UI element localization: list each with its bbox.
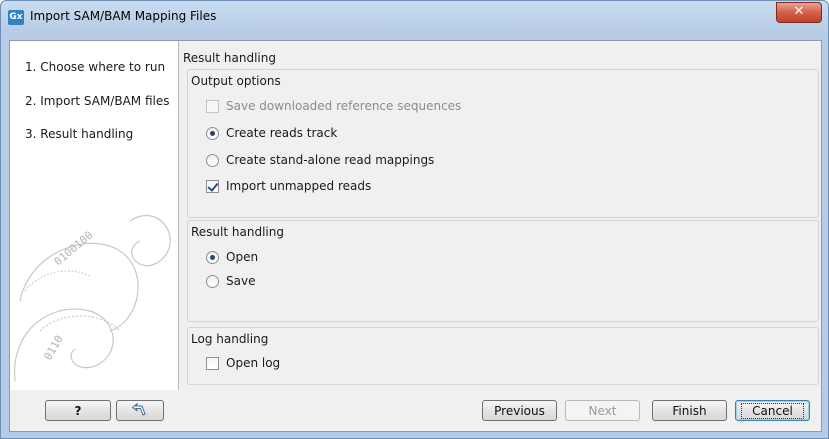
wizard-steps: 1. Choose where to run 2. Import SAM/BAM… — [10, 41, 179, 390]
result-handling-label: Result handling — [191, 225, 284, 239]
import-unmapped-checkbox[interactable] — [206, 179, 219, 193]
save-result-radio[interactable] — [206, 274, 219, 288]
close-button[interactable]: ✕ — [776, 2, 822, 23]
svg-text:0100100: 0100100 — [52, 229, 96, 269]
decorative-swirl-graphic: 0100100 0110 — [14, 214, 171, 382]
finish-button[interactable]: Finish — [652, 400, 727, 421]
cancel-button[interactable]: Cancel — [735, 400, 810, 421]
output-options-label: Output options — [191, 74, 281, 88]
step-choose-where-to-run[interactable]: 1. Choose where to run — [25, 60, 165, 74]
create-reads-track-label[interactable]: Create reads track — [226, 126, 337, 140]
app-icon: Gx — [8, 10, 24, 25]
open-log-checkbox[interactable] — [206, 356, 219, 370]
result-handling-group: Result handling Open Save — [187, 220, 819, 322]
reset-button[interactable] — [116, 400, 164, 421]
create-reads-track-radio[interactable] — [206, 126, 219, 140]
undo-arrow-icon — [131, 403, 146, 416]
next-button[interactable]: Next — [565, 400, 640, 421]
window-title: Import SAM/BAM Mapping Files — [30, 9, 217, 23]
save-reference-checkbox-row: Save downloaded reference sequences — [206, 98, 461, 114]
result-handling-panel: Result handling Output options Save down… — [180, 41, 821, 390]
output-options-group: Output options Save downloaded reference… — [187, 69, 819, 218]
save-result-label[interactable]: Save — [226, 274, 255, 288]
import-unmapped-row[interactable]: Import unmapped reads — [206, 178, 371, 194]
step-result-handling[interactable]: 3. Result handling — [25, 127, 133, 141]
stand-alone-mappings-label[interactable]: Create stand-alone read mappings — [226, 153, 434, 167]
open-result-row[interactable]: Open — [206, 249, 258, 265]
dialog-window: Gx Import SAM/BAM Mapping Files ✕ 1. Cho… — [0, 0, 829, 439]
save-reference-checkbox — [206, 99, 219, 113]
create-reads-track-row[interactable]: Create reads track — [206, 125, 337, 141]
dialog-footer: ? Previous Next Finish Cancel — [10, 390, 821, 431]
import-unmapped-label[interactable]: Import unmapped reads — [226, 179, 371, 193]
stand-alone-mappings-row[interactable]: Create stand-alone read mappings — [206, 152, 434, 168]
open-result-radio[interactable] — [206, 250, 219, 264]
cancel-label: Cancel — [741, 403, 804, 419]
previous-button[interactable]: Previous — [482, 400, 557, 421]
log-handling-group: Log handling Open log — [187, 327, 819, 385]
title-bar[interactable]: Gx Import SAM/BAM Mapping Files ✕ — [1, 1, 828, 32]
open-result-label[interactable]: Open — [226, 250, 258, 264]
save-result-row[interactable]: Save — [206, 273, 255, 289]
stand-alone-mappings-radio[interactable] — [206, 153, 219, 167]
step-import-files[interactable]: 2. Import SAM/BAM files — [25, 94, 170, 108]
save-reference-label: Save downloaded reference sequences — [226, 99, 462, 113]
open-log-label[interactable]: Open log — [226, 356, 280, 370]
log-handling-label: Log handling — [191, 332, 269, 346]
help-button[interactable]: ? — [45, 400, 111, 421]
dialog-body: 1. Choose where to run 2. Import SAM/BAM… — [9, 40, 822, 432]
svg-text:0110: 0110 — [41, 333, 66, 362]
open-log-row[interactable]: Open log — [206, 355, 280, 371]
panel-title: Result handling — [183, 51, 276, 65]
